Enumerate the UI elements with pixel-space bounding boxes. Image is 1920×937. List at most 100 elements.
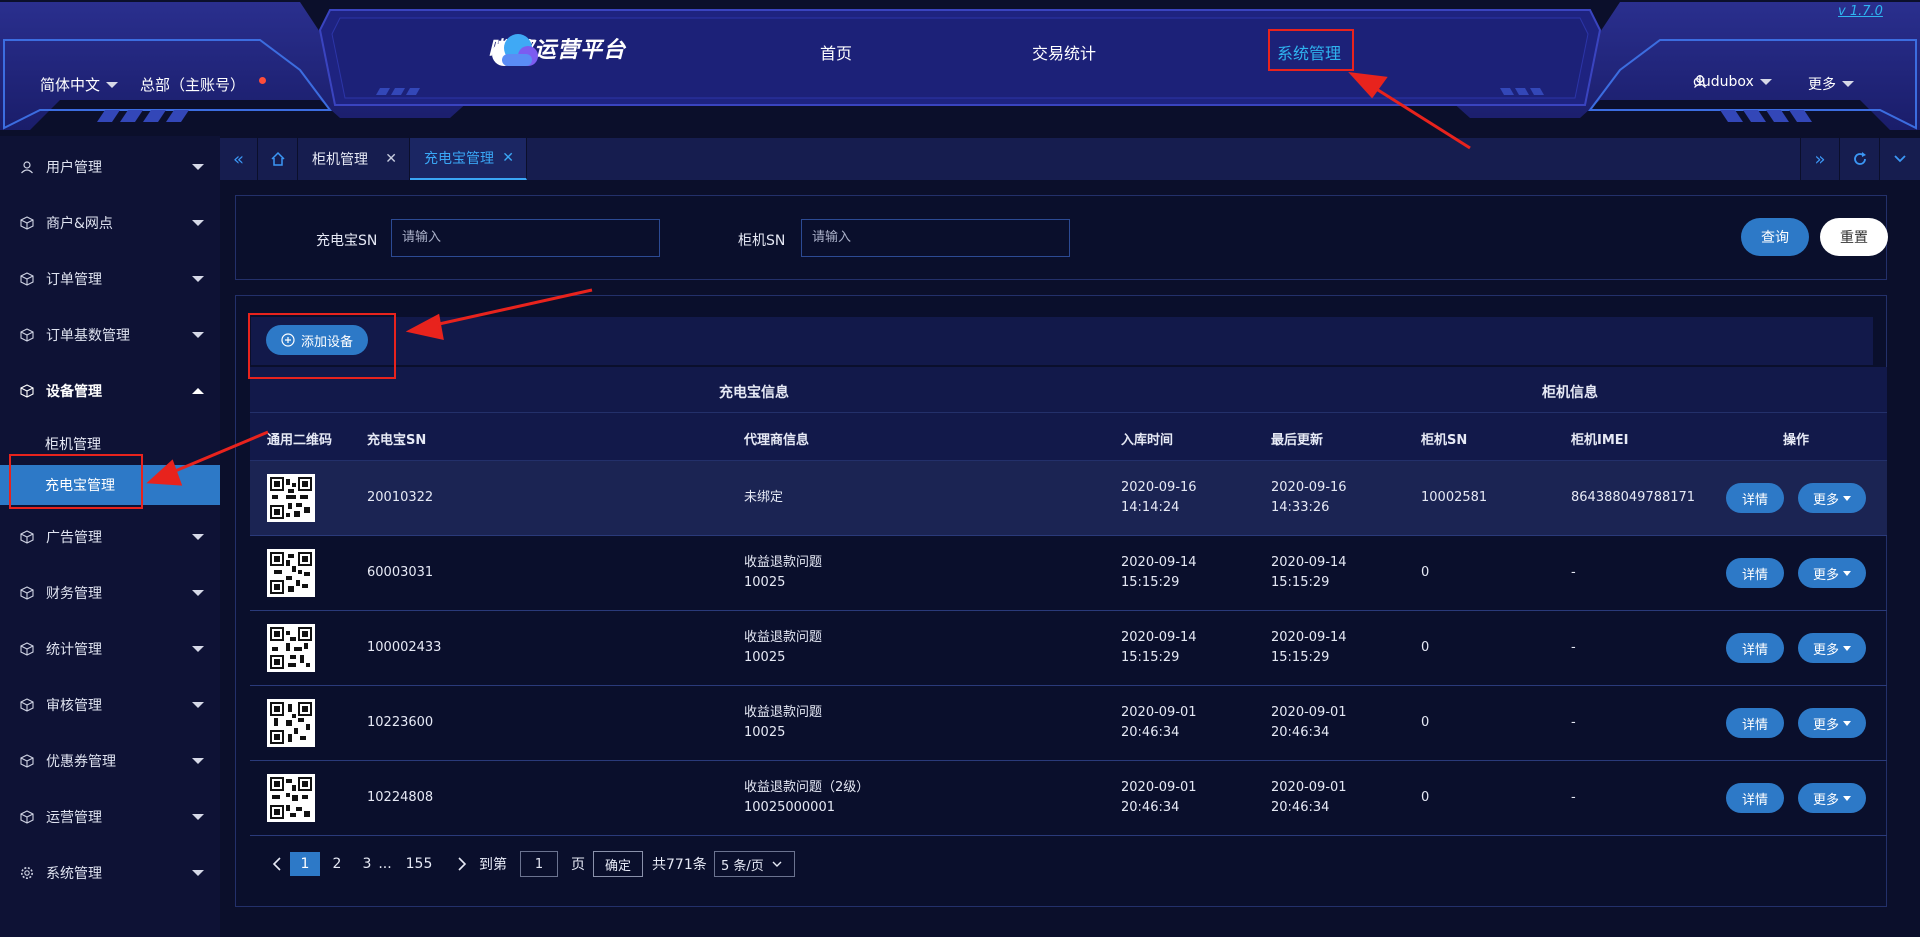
powerbank-sn-input[interactable]: 请输入 <box>391 219 660 257</box>
account-label: 总部（主账号） <box>140 76 246 94</box>
cube-icon <box>20 586 34 600</box>
tab-powerbank-management[interactable]: 充电宝管理 ✕ <box>410 138 527 180</box>
cabinet-sn-input[interactable]: 请输入 <box>801 219 1070 257</box>
detail-button[interactable]: 详情 <box>1726 483 1784 513</box>
goto-confirm-button[interactable]: 确定 <box>593 851 643 877</box>
cube-icon <box>20 810 34 824</box>
powerbank-sn: 10223600 <box>367 715 434 730</box>
chevron-down-icon <box>192 332 204 338</box>
table-row: 10224808 收益退款问题（2级） 10025000001 2020-09-0… <box>250 761 1887 836</box>
more-button[interactable]: 更多 <box>1798 558 1866 588</box>
sidebar-item-audit[interactable]: 审核管理 <box>0 677 220 733</box>
qrcode-image[interactable] <box>267 699 315 747</box>
nav-transaction-stats[interactable]: 交易统计 <box>1032 40 1096 64</box>
reset-button[interactable]: 重置 <box>1820 218 1888 256</box>
detail-button[interactable]: 详情 <box>1726 633 1784 663</box>
agent-info: 收益退款问题（2级） 10025000001 <box>744 778 869 818</box>
goto-page-input[interactable]: 1 <box>520 851 558 877</box>
cabinet-sn: 10002581 <box>1421 490 1488 505</box>
sidebar-item-user-management[interactable]: 用户管理 <box>0 139 220 195</box>
more-label: 更多 <box>1812 492 1839 508</box>
sidebar-item-ads[interactable]: 广告管理 <box>0 509 220 565</box>
home-icon[interactable] <box>258 138 298 180</box>
account-selector[interactable]: 总部（主账号） <box>140 74 267 95</box>
update-date: 2020-09-14 <box>1271 555 1347 570</box>
group-header-powerbank: 充电宝信息 <box>719 385 789 401</box>
detail-button[interactable]: 详情 <box>1726 708 1784 738</box>
sidebar-item-merchants[interactable]: 商户&网点 <box>0 195 220 251</box>
chevron-down-icon <box>772 861 782 867</box>
more-button[interactable]: 更多 <box>1798 708 1866 738</box>
group-header-cabinet: 柜机信息 <box>1542 385 1598 401</box>
sidebar-item-orders[interactable]: 订单管理 <box>0 251 220 307</box>
col-agent-info: 代理商信息 <box>744 433 810 448</box>
sidebar-item-system[interactable]: 系统管理 <box>0 845 220 901</box>
qrcode-image[interactable] <box>267 474 315 522</box>
total-count: 共771条 <box>652 857 707 873</box>
nav-home[interactable]: 首页 <box>820 40 852 64</box>
col-qrcode: 通用二维码 <box>267 433 333 448</box>
cabinet-imei: - <box>1571 565 1576 580</box>
qrcode-image[interactable] <box>267 549 315 597</box>
chevron-up-icon <box>192 388 204 394</box>
sidebar-item-finance[interactable]: 财务管理 <box>0 565 220 621</box>
prev-page-icon[interactable] <box>262 852 292 876</box>
agent-name: 收益退款问题（2级） <box>744 780 870 795</box>
in-time: 2020-09-14 15:15:29 <box>1121 553 1197 593</box>
close-icon[interactable]: ✕ <box>502 150 514 166</box>
agent-name: 收益退款问题 <box>744 705 823 720</box>
tab-cabinet-management[interactable]: 柜机管理 ✕ <box>298 138 410 180</box>
chevron-down-icon <box>192 220 204 226</box>
next-page-icon[interactable] <box>447 852 477 876</box>
cloud-logo-icon <box>492 34 538 66</box>
page-ellipsis[interactable]: ... <box>375 852 395 876</box>
user-icon <box>1694 75 1706 88</box>
page-1[interactable]: 1 <box>290 852 320 876</box>
sidebar-item-operations[interactable]: 运营管理 <box>0 789 220 845</box>
detail-button[interactable]: 详情 <box>1726 558 1784 588</box>
powerbank-sn-label: 充电宝SN <box>316 233 378 249</box>
tab-label: 充电宝管理 <box>424 151 494 167</box>
more-button[interactable]: 更多 <box>1798 783 1866 813</box>
qrcode-image[interactable] <box>267 774 315 822</box>
cabinet-imei: - <box>1571 715 1576 730</box>
scroll-right-icon[interactable]: » <box>1800 138 1840 180</box>
user-menu[interactable]: dudubox <box>1693 74 1772 90</box>
page-155[interactable]: 155 <box>403 852 435 876</box>
in-date: 2020-09-14 <box>1121 630 1197 645</box>
header-frame-graphic <box>0 2 1920 130</box>
in-clock: 15:15:29 <box>1121 575 1180 590</box>
app-logo[interactable]: 嘟嘟运营平台 <box>488 32 626 66</box>
more-button[interactable]: 更多 <box>1798 633 1866 663</box>
more-button[interactable]: 更多 <box>1798 483 1866 513</box>
gear-icon <box>21 867 33 879</box>
more-label: 更多 <box>1812 792 1839 808</box>
chevron-down-icon[interactable] <box>1880 138 1920 180</box>
cabinet-sn: 0 <box>1421 640 1430 655</box>
language-selector[interactable]: 简体中文 <box>40 74 119 95</box>
col-in-time: 入库时间 <box>1121 433 1174 448</box>
cube-icon <box>20 530 34 544</box>
col-cabinet-imei: 柜机IMEI <box>1571 433 1629 448</box>
version-link[interactable]: v 1.7.0 <box>1838 4 1883 19</box>
qrcode-icon <box>270 777 312 819</box>
page-size-select[interactable]: 5 条/页 <box>714 851 795 877</box>
qrcode-icon <box>270 627 312 669</box>
top-header: v 1.7.0 嘟嘟运营平台 首页 交易统计 系统管理 简体中文 总部（主账号）… <box>0 0 1920 136</box>
qrcode-image[interactable] <box>267 624 315 672</box>
page-2[interactable]: 2 <box>322 852 352 876</box>
sidebar-item-statistics[interactable]: 统计管理 <box>0 621 220 677</box>
chevron-down-icon <box>1843 645 1851 651</box>
sidebar-item-device-management[interactable]: 设备管理 <box>0 363 220 419</box>
agent-info: 收益退款问题 10025 <box>744 703 822 743</box>
refresh-icon[interactable] <box>1840 138 1880 180</box>
query-button[interactable]: 查询 <box>1741 218 1809 256</box>
close-icon[interactable]: ✕ <box>385 151 397 167</box>
sidebar-item-order-base[interactable]: 订单基数管理 <box>0 307 220 363</box>
detail-button[interactable]: 详情 <box>1726 783 1784 813</box>
more-menu[interactable]: 更多 <box>1808 74 1854 94</box>
more-label: 更多 <box>1812 642 1839 658</box>
sidebar-item-coupons[interactable]: 优惠券管理 <box>0 733 220 789</box>
agent-id: 10025 <box>744 725 786 740</box>
collapse-left-icon[interactable]: « <box>220 138 258 180</box>
